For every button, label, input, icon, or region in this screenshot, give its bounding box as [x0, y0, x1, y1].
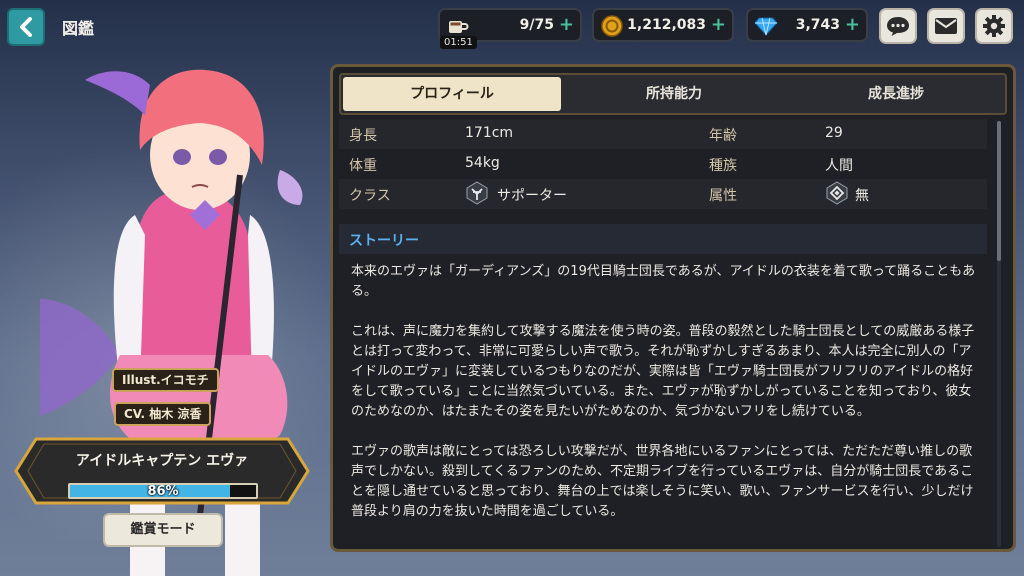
gear-icon: [983, 15, 1005, 37]
coffee-cup-icon: [449, 21, 469, 33]
view-mode-button[interactable]: 鑑賞モード: [103, 513, 223, 547]
weight-value: 54kg: [465, 155, 500, 171]
story-scrollbar[interactable]: [997, 121, 1001, 547]
gem-counter[interactable]: 3,743 +: [746, 8, 868, 42]
cv-credit: CV. 柚木 涼香: [114, 402, 212, 426]
settings-button[interactable]: [975, 8, 1013, 44]
story-heading-bar: ストーリー: [339, 224, 987, 254]
profile-row: 身長 171cm 年齢 29: [339, 119, 987, 149]
back-arrow-icon: [20, 17, 32, 37]
attribute-label: 属性: [709, 188, 737, 204]
race-label: 種族: [709, 158, 737, 174]
story-paragraph: エヴァの歌声は敵にとっては恐ろしい攻撃だが、世界各地にいるファンにとっては、ただ…: [351, 444, 974, 519]
age-label: 年齢: [709, 128, 737, 144]
mail-button[interactable]: [927, 8, 965, 44]
race-value: 人間: [825, 158, 853, 174]
stamina-timer: 01:51: [440, 36, 477, 49]
add-gem-button[interactable]: +: [845, 14, 860, 35]
gem-value: 3,743: [795, 17, 840, 33]
back-button[interactable]: [7, 8, 45, 46]
neutral-attribute-icon: [826, 181, 848, 205]
scrollbar-thumb[interactable]: [997, 121, 1001, 261]
gold-value: 1,212,083: [627, 17, 706, 33]
diamond-gem-icon: [754, 17, 778, 36]
profile-row: 体重 54kg 種族 人間: [339, 149, 987, 179]
height-value: 171cm: [465, 125, 514, 141]
story-paragraph: これは、声に魔力を集約して攻撃する魔法を使う時の姿。普段の毅然とした騎士団長とし…: [351, 324, 975, 419]
supporter-class-icon: [466, 181, 488, 205]
affinity-percent: 86%: [147, 484, 179, 499]
tab-bar: プロフィール 所持能力 成長進捗: [339, 73, 1007, 115]
gold-counter[interactable]: 1,212,083 +: [592, 8, 734, 42]
add-stamina-button[interactable]: +: [559, 14, 574, 35]
stamina-value: 9/75: [519, 17, 554, 33]
weight-label: 体重: [349, 158, 377, 174]
profile-panel: プロフィール 所持能力 成長進捗 身長 171cm 年齢 29 体重 54kg …: [330, 64, 1016, 552]
gold-coin-icon: [601, 15, 623, 37]
profile-content: 身長 171cm 年齢 29 体重 54kg 種族 人間 クラス サポーター 属…: [339, 119, 987, 549]
chat-bubble-icon: [887, 17, 909, 36]
tab-profile[interactable]: プロフィール: [343, 77, 561, 111]
chat-button[interactable]: [879, 8, 917, 44]
height-label: 身長: [349, 128, 377, 144]
story-paragraph: 本来のエヴァは「ガーディアンズ」の19代目騎士団長であるが、アイドルの衣装を着て…: [351, 264, 976, 299]
profile-row: クラス サポーター 属性 無: [339, 179, 987, 209]
add-gold-button[interactable]: +: [711, 14, 726, 35]
tab-growth[interactable]: 成長進捗: [787, 77, 1005, 111]
character-name: アイドルキャプテン エヴァ: [75, 453, 249, 469]
affinity-bar: 86%: [68, 483, 258, 499]
class-value: サポーター: [497, 188, 567, 204]
page-title: 図鑑: [62, 19, 95, 38]
tab-abilities[interactable]: 所持能力: [565, 77, 783, 111]
story-heading: ストーリー: [349, 233, 419, 249]
illust-credit: Illust.イコモチ: [112, 368, 219, 392]
character-nameplate: アイドルキャプテン エヴァ 86%: [14, 437, 310, 505]
age-value: 29: [825, 125, 843, 141]
story-text: 本来のエヴァは「ガーディアンズ」の19代目騎士団長であるが、アイドルの衣装を着て…: [351, 262, 981, 542]
attribute-value: 無: [855, 188, 869, 204]
class-label: クラス: [349, 188, 391, 204]
mail-icon: [935, 18, 957, 34]
